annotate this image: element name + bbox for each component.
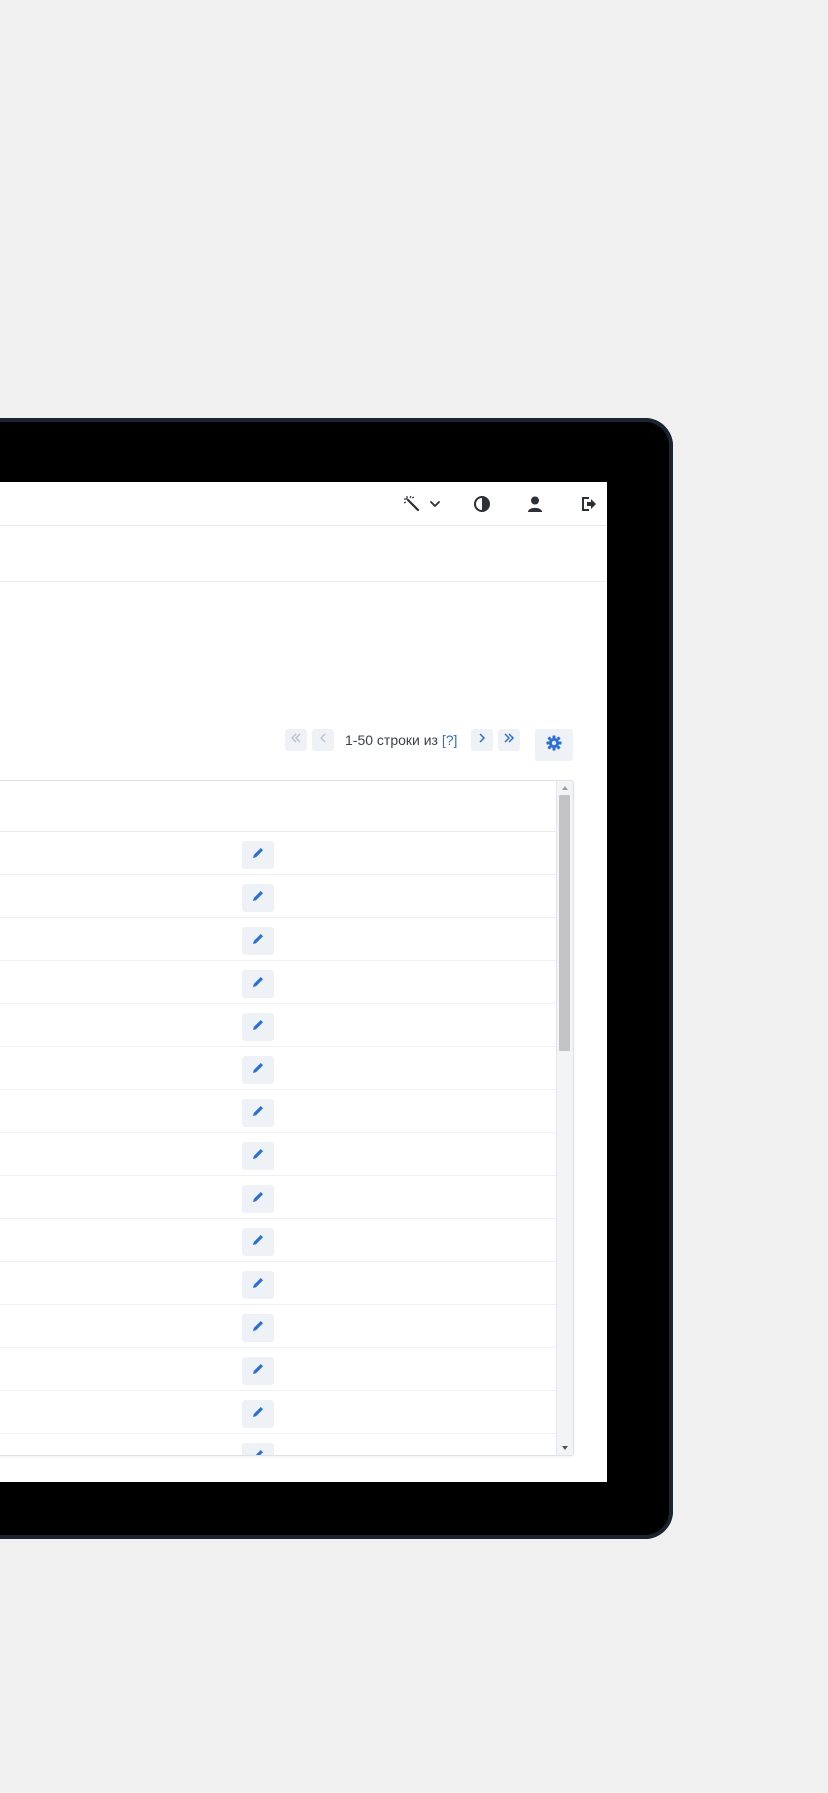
edit-row-button[interactable] — [242, 1099, 274, 1127]
pencil-icon — [251, 1147, 265, 1166]
pencil-icon — [251, 1061, 265, 1080]
edit-row-button[interactable] — [242, 1013, 274, 1041]
table-row — [0, 1219, 556, 1262]
pencil-icon — [251, 1018, 265, 1037]
edit-row-button[interactable] — [242, 1056, 274, 1084]
gear-icon — [546, 735, 562, 756]
pencil-icon — [251, 975, 265, 994]
pagination-total-unknown-link[interactable]: [?] — [442, 732, 458, 748]
pencil-icon — [251, 1190, 265, 1209]
edit-row-button[interactable] — [242, 1400, 274, 1428]
table-row — [0, 1176, 556, 1219]
pencil-icon — [251, 1104, 265, 1123]
pencil-icon — [251, 1405, 265, 1424]
pencil-icon — [251, 932, 265, 951]
table-row — [0, 832, 556, 875]
pencil-icon — [251, 1448, 265, 1455]
edit-row-button[interactable] — [242, 1142, 274, 1170]
table-row — [0, 1262, 556, 1305]
chevron-down-icon[interactable] — [424, 493, 446, 515]
next-page-button[interactable] — [471, 729, 493, 751]
pencil-icon — [251, 1233, 265, 1252]
edit-row-button[interactable] — [242, 1314, 274, 1342]
table-row — [0, 1090, 556, 1133]
data-grid — [0, 780, 574, 1456]
vertical-scrollbar[interactable] — [556, 781, 573, 1455]
last-page-button[interactable] — [498, 729, 520, 751]
grid-settings-button[interactable] — [535, 729, 573, 761]
user-icon[interactable] — [524, 493, 546, 515]
edit-row-button[interactable] — [242, 1185, 274, 1213]
table-row — [0, 1047, 556, 1090]
toolbar-strip — [0, 526, 607, 582]
scroll-up-arrow-icon[interactable] — [557, 781, 573, 795]
pencil-icon — [251, 889, 265, 908]
table-row — [0, 1434, 556, 1455]
next-page-icon — [476, 731, 488, 749]
table-row — [0, 961, 556, 1004]
table-row — [0, 1004, 556, 1047]
table-row — [0, 1348, 556, 1391]
scroll-down-arrow-icon[interactable] — [557, 1441, 573, 1455]
edit-row-button[interactable] — [242, 841, 274, 869]
edit-row-button[interactable] — [242, 1228, 274, 1256]
logout-icon[interactable] — [578, 493, 600, 515]
edit-row-button[interactable] — [242, 1443, 274, 1455]
edit-row-button[interactable] — [242, 1271, 274, 1299]
pencil-icon — [251, 846, 265, 865]
table-row — [0, 1391, 556, 1434]
top-navbar — [0, 482, 607, 526]
table-row — [0, 875, 556, 918]
table-row — [0, 918, 556, 961]
prev-page-button[interactable] — [312, 729, 334, 751]
edit-row-button[interactable] — [242, 927, 274, 955]
first-page-icon — [290, 731, 302, 749]
prev-page-icon — [317, 731, 329, 749]
pencil-icon — [251, 1276, 265, 1295]
edit-row-button[interactable] — [242, 970, 274, 998]
pencil-icon — [251, 1319, 265, 1338]
pencil-icon — [251, 1362, 265, 1381]
magic-wand-icon[interactable] — [401, 493, 423, 515]
contrast-icon[interactable] — [471, 493, 493, 515]
table-row — [0, 1305, 556, 1348]
first-page-button[interactable] — [285, 729, 307, 751]
scroll-thumb[interactable] — [559, 795, 570, 1051]
pagination-range: 1-50 строки из — [345, 732, 438, 748]
pagination-label: 1-50 строки из [?] — [345, 732, 457, 748]
edit-row-button[interactable] — [242, 1357, 274, 1385]
last-page-icon — [503, 731, 515, 749]
app-screen: 1-50 строки из [?] — [0, 482, 607, 1482]
table-row — [0, 1133, 556, 1176]
edit-row-button[interactable] — [242, 884, 274, 912]
grid-header — [0, 781, 556, 832]
